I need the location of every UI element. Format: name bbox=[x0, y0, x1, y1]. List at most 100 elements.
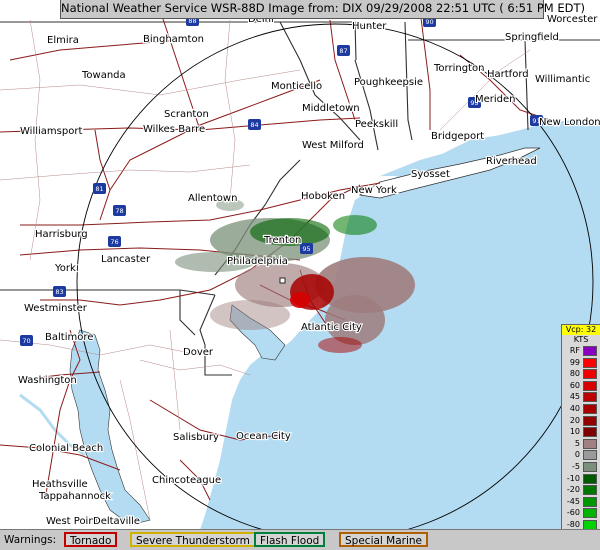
legend-color-swatch bbox=[583, 380, 597, 391]
interstate-shield: 84 bbox=[248, 119, 261, 130]
echo-area bbox=[318, 337, 362, 353]
legend-entry-label: 45 bbox=[569, 392, 580, 402]
echo-area bbox=[210, 300, 290, 330]
svg-text:78: 78 bbox=[115, 207, 123, 215]
city-label: Scranton bbox=[164, 109, 209, 120]
legend-color-swatch bbox=[583, 392, 597, 403]
city-label: New York bbox=[351, 185, 397, 196]
legend-entry-label: 10 bbox=[569, 427, 580, 437]
legend-color-swatch bbox=[583, 427, 597, 438]
svg-text:95: 95 bbox=[302, 245, 310, 253]
legend-entry: -45 bbox=[562, 496, 600, 508]
warning-flash-flood-button[interactable]: Flash Flood bbox=[254, 532, 326, 547]
city-label: Middletown bbox=[302, 103, 360, 114]
city-label: Lancaster bbox=[101, 254, 151, 265]
svg-text:70: 70 bbox=[22, 337, 30, 345]
legend-color-swatch bbox=[583, 461, 597, 472]
legend-color-swatch bbox=[583, 508, 597, 519]
city-label: Baltimore bbox=[45, 332, 93, 343]
legend-entry: 60 bbox=[562, 380, 600, 392]
city-label: Syosset bbox=[411, 169, 450, 180]
city-label: Deltaville bbox=[93, 516, 140, 527]
warning-special-marine-button[interactable]: Special Marine bbox=[339, 532, 429, 547]
svg-text:81: 81 bbox=[95, 185, 103, 193]
legend-entry-label: -5 bbox=[572, 461, 580, 471]
city-label: Tappahannock bbox=[38, 491, 111, 502]
svg-text:87: 87 bbox=[339, 47, 347, 55]
legend-entry: 99 bbox=[562, 357, 600, 369]
legend-entry: -60 bbox=[562, 507, 600, 519]
interstate-shield: 76 bbox=[108, 236, 121, 247]
svg-text:90: 90 bbox=[425, 18, 433, 26]
city-label: Ocean City bbox=[236, 431, 291, 442]
city-label: Salisbury bbox=[173, 432, 219, 443]
legend-entry-label: -20 bbox=[566, 485, 580, 495]
city-label: Wilkes Barre bbox=[143, 124, 205, 135]
city-label: Meriden bbox=[475, 94, 516, 105]
velocity-legend: Vcp: 32 KTS RF 99 80 60 45 40 20 10 5 0 -5 -10 -20 -4… bbox=[561, 324, 600, 550]
city-label: Riverhead bbox=[486, 156, 537, 167]
warnings-label: Warnings: bbox=[4, 534, 57, 546]
legend-entry-label: 20 bbox=[569, 415, 580, 425]
legend-entry-label: 99 bbox=[569, 357, 580, 367]
legend-entry: 20 bbox=[562, 415, 600, 427]
interstate-shield: 87 bbox=[337, 45, 350, 56]
legend-entry-label: 40 bbox=[569, 403, 580, 413]
city-label: Atlantic City bbox=[301, 322, 362, 333]
legend-entry-label: 0 bbox=[574, 450, 580, 460]
legend-color-swatch bbox=[583, 450, 597, 461]
legend-entry-label: RF bbox=[569, 346, 580, 355]
legend-color-swatch bbox=[583, 473, 597, 484]
city-label: Torrington bbox=[433, 63, 484, 74]
radar-site-marker bbox=[279, 277, 286, 284]
svg-text:84: 84 bbox=[250, 121, 258, 129]
legend-color-swatch bbox=[583, 485, 597, 496]
legend-color-swatch bbox=[583, 403, 597, 414]
legend-color-swatch bbox=[583, 438, 597, 449]
legend-vcp: Vcp: 32 bbox=[562, 325, 600, 335]
legend-entry: 80 bbox=[562, 368, 600, 380]
city-label: Elmira bbox=[47, 35, 79, 46]
city-label: Worcester bbox=[547, 14, 598, 25]
legend-entry-label: 80 bbox=[569, 369, 580, 379]
legend-entry: -5 bbox=[562, 461, 600, 473]
legend-entry-label: -45 bbox=[566, 496, 580, 506]
city-label: Trenton bbox=[263, 235, 301, 246]
city-label: Monticello bbox=[271, 81, 322, 92]
legend-color-swatch bbox=[583, 346, 597, 356]
warning-tornado-button[interactable]: Tornado bbox=[64, 532, 118, 547]
city-label: Allentown bbox=[188, 193, 237, 204]
warnings-bar: Warnings: Tornado Severe Thunderstorm Fl… bbox=[0, 529, 600, 550]
interstate-shield: 70 bbox=[20, 335, 33, 346]
city-label: York bbox=[54, 263, 76, 274]
city-label: Westminster bbox=[24, 303, 88, 314]
legend-entry: 0 bbox=[562, 449, 600, 461]
city-label: Philadelphia bbox=[227, 256, 288, 267]
city-label: Williamsport bbox=[20, 126, 82, 137]
interstate-shield: 83 bbox=[53, 286, 66, 297]
legend-entry-label: -10 bbox=[566, 473, 580, 483]
warning-severe-thunderstorm-button[interactable]: Severe Thunderstorm bbox=[130, 532, 256, 547]
legend-entry: 40 bbox=[562, 403, 600, 415]
legend-entry: 5 bbox=[562, 438, 600, 450]
legend-color-swatch bbox=[583, 357, 597, 368]
svg-text:76: 76 bbox=[110, 238, 118, 246]
echo-area bbox=[333, 215, 377, 235]
legend-entry: -20 bbox=[562, 484, 600, 496]
city-label: West Point bbox=[46, 516, 99, 527]
legend-entry: RF bbox=[562, 345, 600, 357]
legend-entry-label: -60 bbox=[566, 508, 580, 518]
city-label: West Milford bbox=[302, 140, 364, 151]
city-label: Chincoteague bbox=[152, 475, 221, 486]
city-label: Harrisburg bbox=[35, 229, 88, 240]
legend-entry-label: 5 bbox=[574, 438, 580, 448]
city-label: Poughkeepsie bbox=[354, 77, 423, 88]
city-label: Hunter bbox=[352, 21, 387, 32]
city-label: Dover bbox=[183, 347, 214, 358]
echo-area bbox=[290, 292, 310, 308]
city-label: Hoboken bbox=[301, 191, 345, 202]
radar-map-view: 88 90 87 84 81 78 76 83 95 70 95 91 Elmi… bbox=[0, 0, 600, 550]
city-label: New London bbox=[539, 117, 600, 128]
city-label: Binghamton bbox=[143, 34, 204, 45]
legend-entry: -10 bbox=[562, 473, 600, 485]
